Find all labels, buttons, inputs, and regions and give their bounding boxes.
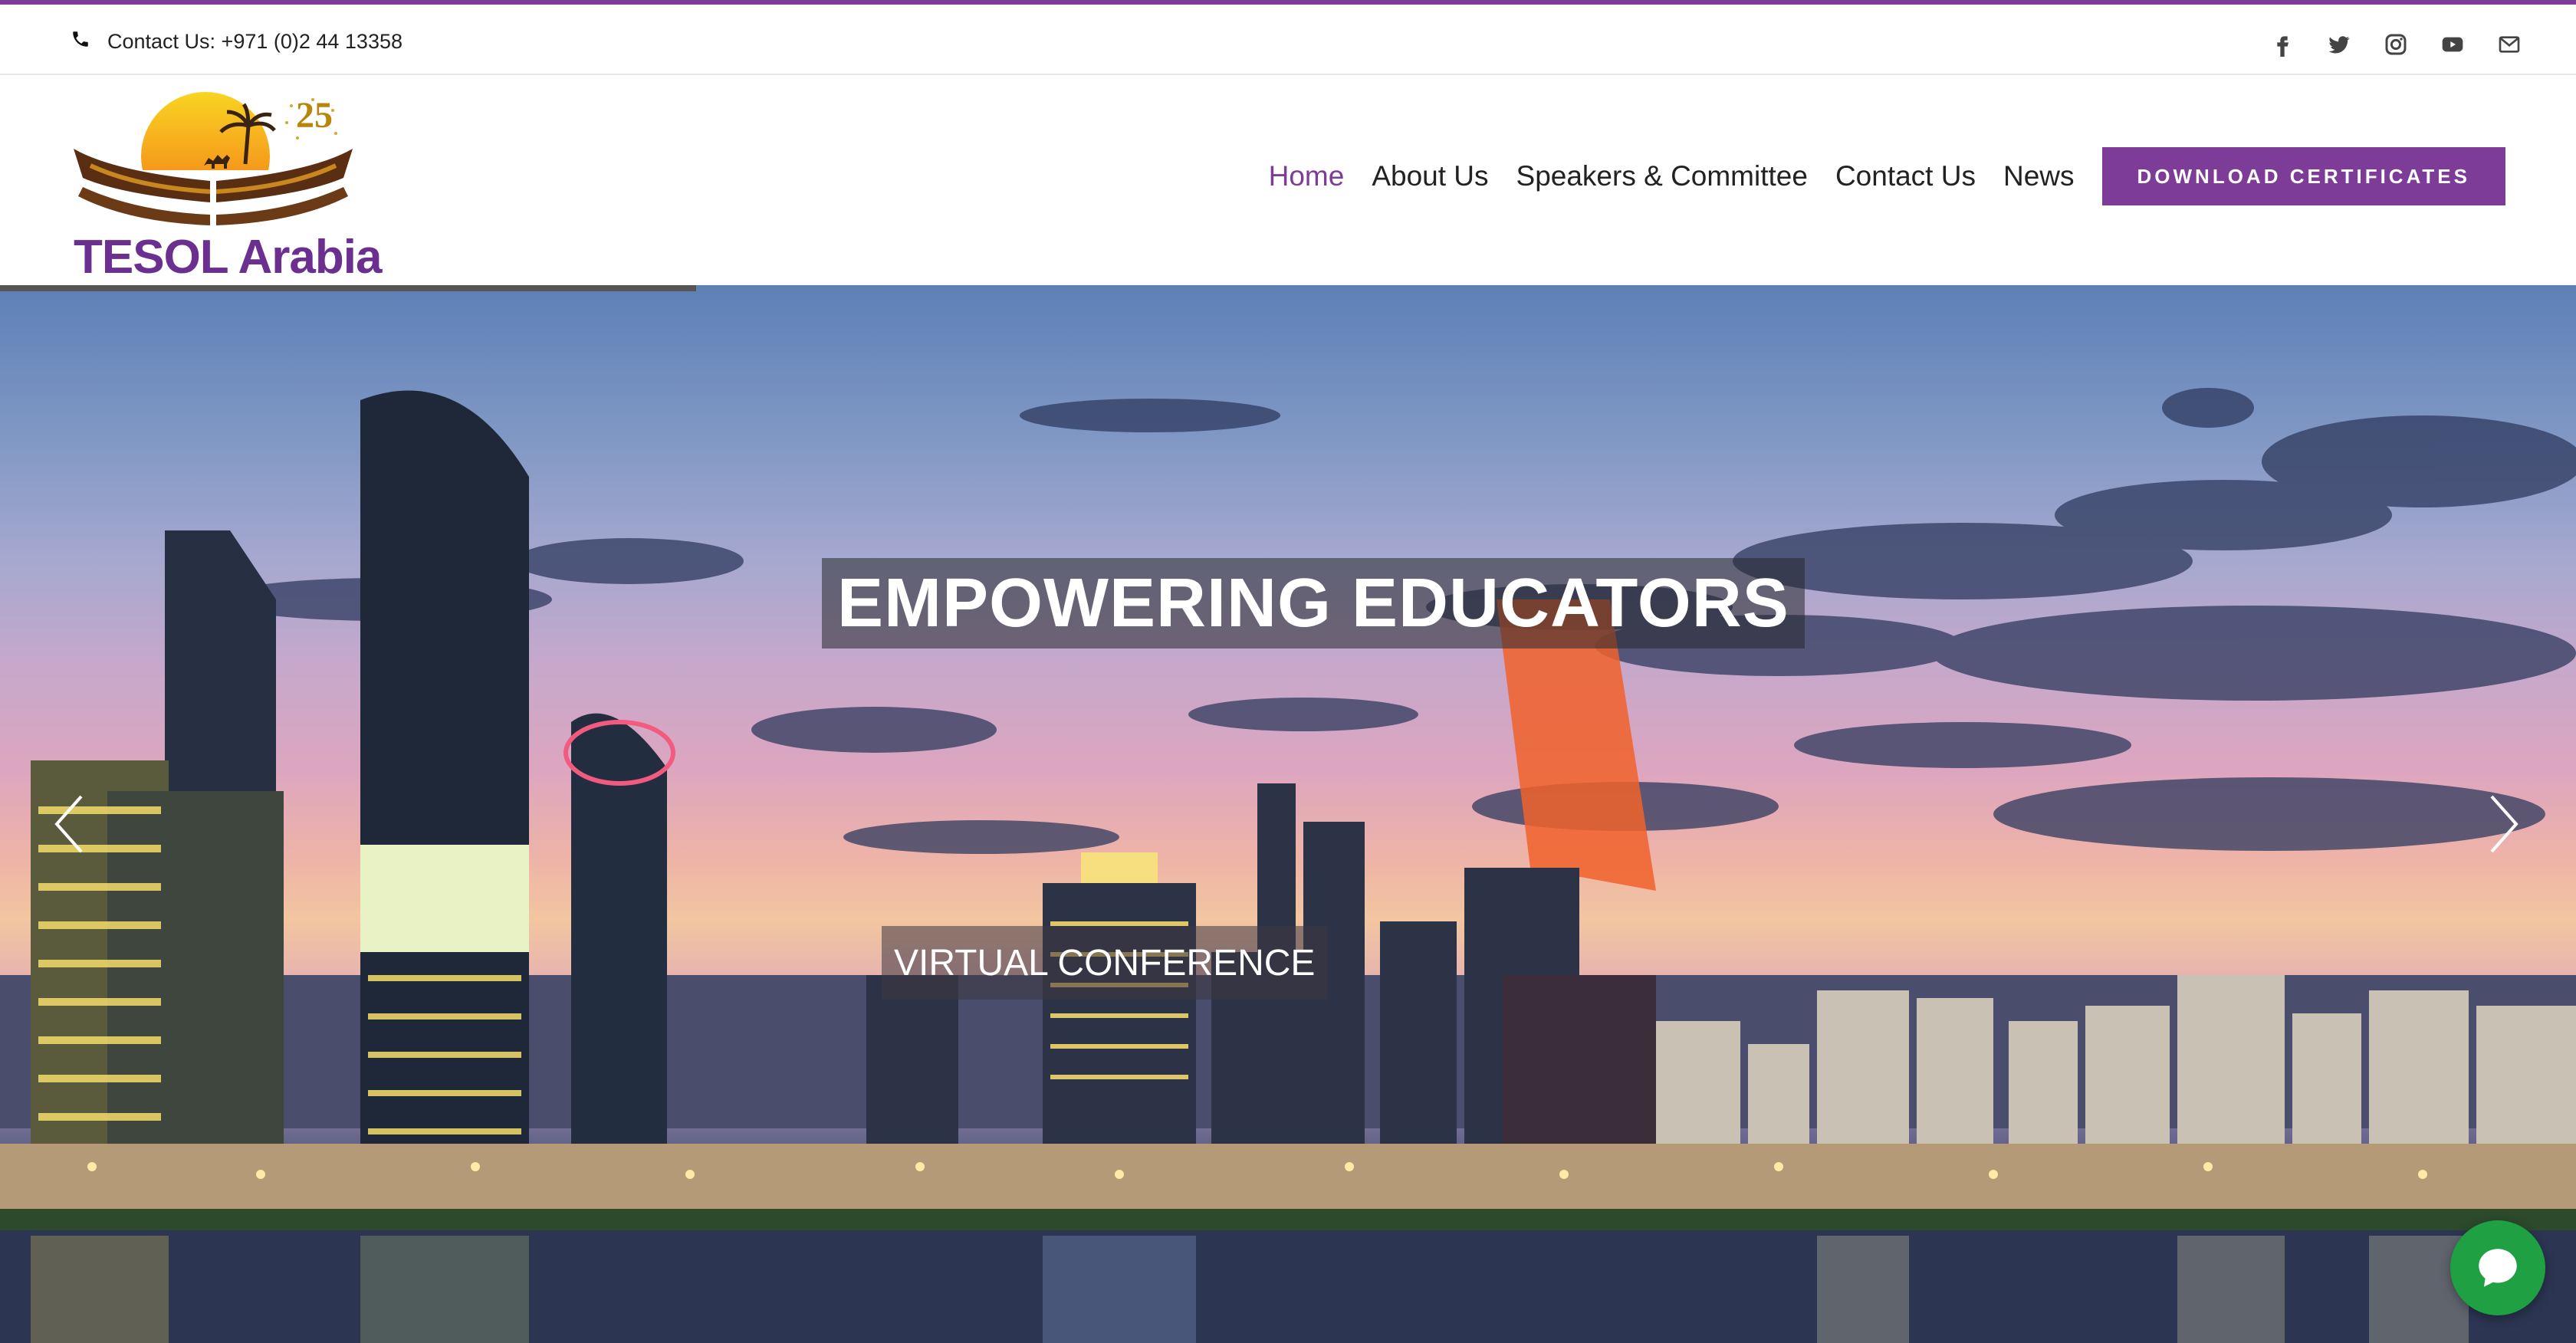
instagram-icon[interactable] <box>2383 31 2409 57</box>
logo-wordmark: TESOL Arabia <box>74 231 382 284</box>
chat-widget-button[interactable] <box>2450 1220 2545 1315</box>
phone-icon <box>71 29 90 54</box>
contact-text[interactable]: Contact Us: +971 (0)2 44 13358 <box>107 30 402 54</box>
twitter-icon[interactable] <box>2326 31 2352 57</box>
chevron-right-icon <box>2490 795 2518 853</box>
youtube-icon[interactable] <box>2440 31 2466 57</box>
hero-slider: EMPOWERING EDUCATORS VIRTUAL CONFERENCE <box>0 285 2576 1343</box>
contact-info: Contact Us: +971 (0)2 44 13358 <box>71 26 402 57</box>
hero-subline: VIRTUAL CONFERENCE <box>882 926 1328 1000</box>
city-skyline-image <box>0 388 2576 1343</box>
chat-icon <box>2479 1249 2517 1287</box>
chevron-left-icon <box>54 795 83 853</box>
nav-item-contact-us[interactable]: Contact Us <box>1835 160 1976 192</box>
hero-headline: EMPOWERING EDUCATORS <box>822 558 1805 649</box>
site-header: 25 TESOL Arabia Home About Us Speakers &… <box>0 77 2576 285</box>
nav-item-about-us[interactable]: About Us <box>1372 160 1488 192</box>
slider-prev-button[interactable] <box>46 790 92 859</box>
nav-item-home[interactable]: Home <box>1269 160 1345 192</box>
facebook-icon[interactable] <box>2269 31 2295 57</box>
logo-emblem: 25 <box>74 92 353 225</box>
top-bar: Contact Us: +971 (0)2 44 13358 <box>0 5 2576 75</box>
nav-item-news[interactable]: News <box>2003 160 2075 192</box>
anniversary-mark: 25 <box>296 95 333 136</box>
social-links <box>2269 28 2522 61</box>
main-navigation: Home About Us Speakers & Committee Conta… <box>1269 147 2505 205</box>
nav-item-speakers-committee[interactable]: Speakers & Committee <box>1516 160 1808 192</box>
email-icon[interactable] <box>2496 31 2522 57</box>
download-certificates-button[interactable]: DOWNLOAD CERTIFICATES <box>2101 147 2505 205</box>
site-logo[interactable]: 25 TESOL Arabia <box>67 80 389 284</box>
slider-next-button[interactable] <box>2481 790 2527 859</box>
